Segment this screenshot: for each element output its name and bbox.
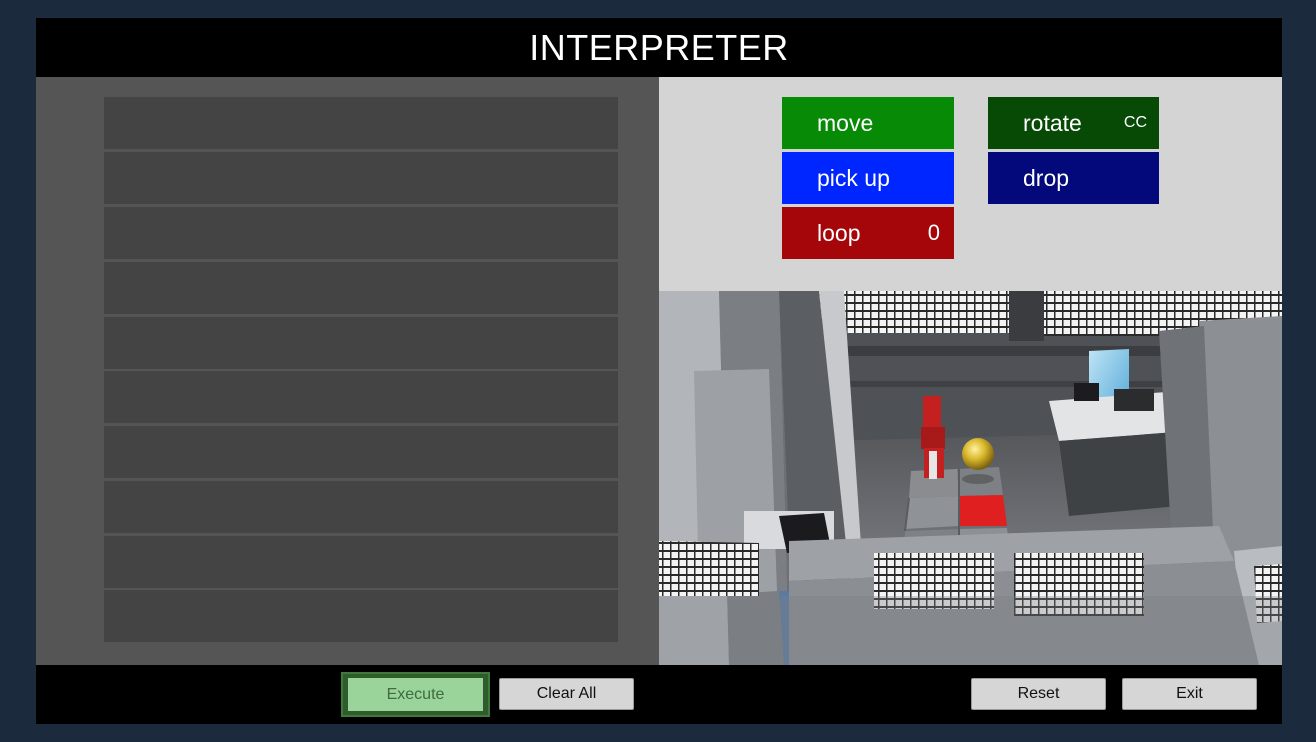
loop-command[interactable]: loop 0: [782, 207, 954, 259]
ball: [962, 438, 994, 470]
move-command-label: move: [817, 110, 874, 136]
drop-command[interactable]: drop: [988, 152, 1159, 204]
drop-command-label: drop: [1023, 165, 1070, 191]
rotate-command[interactable]: rotate CC: [988, 97, 1159, 149]
execute-button-frame: Execute: [341, 672, 490, 717]
program-slot-2[interactable]: [104, 152, 618, 204]
loop-count-value[interactable]: 0: [928, 207, 940, 259]
program-slot-3[interactable]: [104, 207, 618, 259]
clear-all-button[interactable]: Clear All: [499, 678, 634, 710]
loop-command-label: loop: [817, 220, 861, 246]
target-tile: [959, 495, 1007, 526]
exit-button[interactable]: Exit: [1122, 678, 1257, 710]
program-panel: [36, 77, 659, 665]
page-title: INTERPRETER: [36, 18, 1282, 77]
reset-button[interactable]: Reset: [971, 678, 1106, 710]
rotate-command-label: rotate: [1023, 110, 1082, 136]
program-slot-6[interactable]: [104, 371, 618, 423]
program-slot-7[interactable]: [104, 426, 618, 478]
program-slot-8[interactable]: [104, 481, 618, 533]
interpreter-window: INTERPRETER move rotate CC pick up drop …: [36, 18, 1282, 724]
program-slot-5[interactable]: [104, 317, 618, 369]
pick-up-command-label: pick up: [817, 165, 890, 191]
program-slot-10[interactable]: [104, 590, 618, 642]
move-command[interactable]: move: [782, 97, 954, 149]
bottom-toolbar: Execute Clear All Reset Exit: [36, 665, 1282, 724]
program-slot-9[interactable]: [104, 536, 618, 588]
game-viewport: [659, 291, 1282, 665]
program-slot-4[interactable]: [104, 262, 618, 314]
program-slot-1[interactable]: [104, 97, 618, 149]
rotate-direction-value[interactable]: CC: [1124, 97, 1147, 149]
pick-up-command[interactable]: pick up: [782, 152, 954, 204]
command-palette: move rotate CC pick up drop loop 0: [659, 77, 1282, 291]
game-scene-graphic: [659, 291, 1282, 665]
execute-button[interactable]: Execute: [348, 678, 483, 711]
